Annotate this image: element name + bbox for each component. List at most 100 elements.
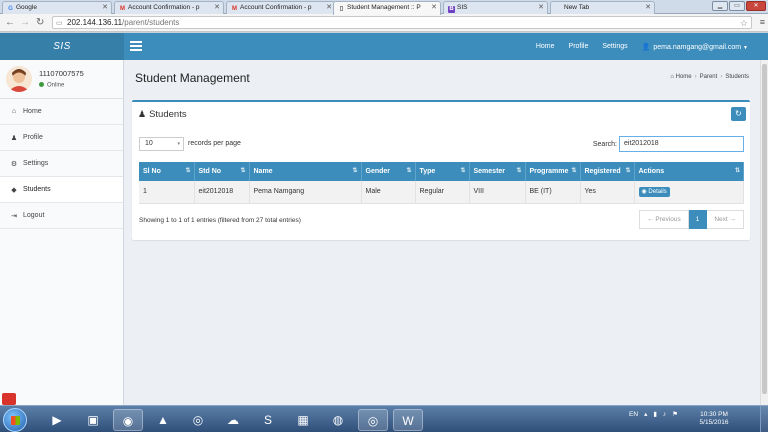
page-info-icon[interactable]: ▭ — [56, 18, 63, 30]
user-status: Online — [39, 82, 64, 89]
sidebar-item-home[interactable]: ⌂ Home — [0, 99, 123, 125]
column-label: Programme — [529, 168, 569, 175]
tab-label: Account Confirmation - p — [240, 4, 312, 11]
records-per-page-label: records per page — [188, 140, 241, 147]
network-globe-icon[interactable]: ◍ — [323, 409, 353, 431]
search-input[interactable]: eit2012018 — [619, 136, 744, 152]
minimize-button[interactable]: ▁ — [712, 1, 728, 11]
forward-arrow-icon[interactable]: → — [20, 17, 30, 28]
start-button[interactable] — [3, 408, 27, 432]
close-icon[interactable]: ✕ — [645, 2, 651, 14]
column-header-registered[interactable]: Registered ⇅ — [580, 162, 635, 181]
column-header-sl-no[interactable]: Sl No ⇅ — [139, 162, 195, 181]
tray-expand-icon[interactable]: ▴ — [644, 410, 647, 418]
back-arrow-icon[interactable]: ← — [5, 17, 15, 28]
user-icon: ♟ — [10, 134, 18, 142]
sidebar-item-logout[interactable]: ⇥ Logout — [0, 203, 123, 229]
browser-tab-new-tab[interactable]: New Tab ✕ — [550, 1, 655, 14]
column-header-name[interactable]: Name ⇅ — [249, 162, 362, 181]
close-icon[interactable]: ✕ — [538, 2, 544, 14]
details-button[interactable]: ◉ Details — [638, 186, 670, 197]
sublime-text-icon[interactable]: S — [253, 409, 283, 431]
nav-profile-link[interactable]: Profile — [569, 43, 589, 50]
close-icon[interactable]: ✕ — [214, 2, 220, 14]
sidebar-item-profile[interactable]: ♟ Profile — [0, 125, 123, 151]
sort-icon: ⇅ — [734, 168, 740, 174]
sidebar-item-label: Students — [23, 186, 51, 193]
column-label: Type — [419, 168, 436, 175]
nav-home-link[interactable]: Home — [536, 43, 555, 50]
browser-tab-account-confirmation-1[interactable]: M Account Confirmation - p ✕ — [114, 1, 224, 14]
clock-time: 10:30 PM — [700, 411, 728, 418]
browser-tab-account-confirmation-2[interactable]: M Account Confirmation - p ✕ — [226, 1, 336, 14]
maximize-button[interactable]: ▭ — [729, 1, 745, 11]
column-label: Name — [253, 168, 273, 175]
gear-icon: ⚙ — [10, 160, 18, 168]
user-status-text: Online — [47, 82, 65, 89]
student-icon: ♟ — [138, 109, 147, 119]
media-player-icon[interactable]: ▶ — [42, 409, 72, 431]
column-header-programme[interactable]: Programme ⇅ — [525, 162, 581, 181]
notification-widget-icon[interactable] — [2, 393, 16, 405]
column-header-actions[interactable]: Actions ⇅ — [634, 162, 744, 181]
page-1-button[interactable]: 1 — [688, 210, 708, 229]
browser-menu-icon[interactable]: ≡ — [760, 17, 765, 27]
sort-icon: ⇅ — [406, 168, 412, 174]
column-header-type[interactable]: Type ⇅ — [415, 162, 470, 181]
close-icon[interactable]: ✕ — [326, 2, 332, 14]
window-controls: ▁ ▭ ✕ — [712, 1, 766, 11]
page-scrollbar[interactable] — [760, 60, 768, 405]
refresh-button[interactable]: ↻ — [731, 107, 746, 121]
user-menu[interactable]: 👤 pema.namgang@gmail.com ▼ — [642, 43, 748, 51]
breadcrumb-home[interactable]: Home — [676, 74, 692, 80]
app-logo[interactable]: SIS — [0, 33, 124, 60]
browser-tab-student-management[interactable]: ▯ Student Management :: P ✕ — [333, 1, 441, 15]
column-label: Semester — [473, 168, 506, 175]
column-label: Sl No — [143, 168, 161, 175]
previous-page-button[interactable]: ← Previous — [639, 210, 689, 229]
sidebar-item-students[interactable]: ◆ Students — [0, 177, 123, 203]
sidebar-item-settings[interactable]: ⚙ Settings — [0, 151, 123, 177]
firefox-icon[interactable]: ◉ — [113, 409, 143, 431]
browser-tab-sis[interactable]: B SIS ✕ — [443, 1, 548, 14]
close-icon[interactable]: ✕ — [102, 2, 108, 14]
column-header-std-no[interactable]: Std No ⇅ — [194, 162, 250, 181]
flag-icon[interactable]: ⚑ — [672, 410, 678, 418]
window-close-button[interactable]: ✕ — [746, 1, 766, 11]
graduation-cap-icon: ◆ — [11, 186, 17, 194]
bookmark-star-icon[interactable]: ☆ — [740, 17, 748, 29]
url-input[interactable]: ▭ 202.144.136.11/parent/students ☆ — [52, 16, 752, 29]
sidebar-item-label: Home — [23, 108, 42, 115]
chrome-active-icon[interactable]: ◎ — [358, 409, 388, 431]
table-header-row: Sl No ⇅ Std No ⇅ Name ⇅ Gender ⇅ Type ⇅ Semes… — [139, 162, 744, 181]
show-desktop-button[interactable] — [760, 406, 768, 432]
students-box: ♟ Students ↻ 10 ▾ records per page Search:… — [132, 100, 750, 240]
browser-tab-google[interactable]: G Google ✕ — [2, 1, 112, 14]
tab-label: Google — [16, 4, 37, 11]
calendar-app-icon[interactable]: ▦ — [288, 409, 318, 431]
column-label: Std No — [198, 168, 222, 175]
next-page-button[interactable]: Next → — [707, 210, 744, 229]
network-icon[interactable]: ▮ — [653, 410, 657, 418]
clock[interactable]: 10:30 PM 5/15/2016 — [694, 411, 734, 427]
breadcrumb-parent[interactable]: Parent — [700, 74, 718, 80]
reload-icon[interactable]: ↻ — [36, 17, 44, 28]
file-explorer-icon[interactable]: ▣ — [78, 409, 108, 431]
windows-taskbar: ▶ ▣ ◉ ▲ ◎ ☁ S ▦ ◍ ◎ W EN ▴ ▮ ♪ ⚑ 10:30 P… — [0, 405, 768, 432]
chrome-icon[interactable]: ◎ — [183, 409, 213, 431]
records-per-page-select[interactable]: 10 ▾ — [139, 137, 184, 151]
close-icon[interactable]: ✕ — [431, 2, 437, 14]
column-header-semester[interactable]: Semester ⇅ — [469, 162, 526, 181]
user-email: pema.namgang@gmail.com — [653, 43, 742, 51]
scrollbar-thumb[interactable] — [762, 64, 767, 394]
sidebar-toggle-icon[interactable] — [130, 41, 142, 51]
language-indicator[interactable]: EN — [629, 411, 638, 418]
box-title: ♟ Students — [138, 109, 187, 120]
word-icon[interactable]: W — [393, 409, 423, 431]
volume-icon[interactable]: ♪ — [663, 411, 666, 418]
column-header-gender[interactable]: Gender ⇅ — [361, 162, 416, 181]
page-icon: ▯ — [339, 6, 344, 12]
cloud-app-icon[interactable]: ☁ — [218, 409, 248, 431]
vlc-icon[interactable]: ▲ — [148, 409, 178, 431]
nav-settings-link[interactable]: Settings — [602, 43, 627, 50]
